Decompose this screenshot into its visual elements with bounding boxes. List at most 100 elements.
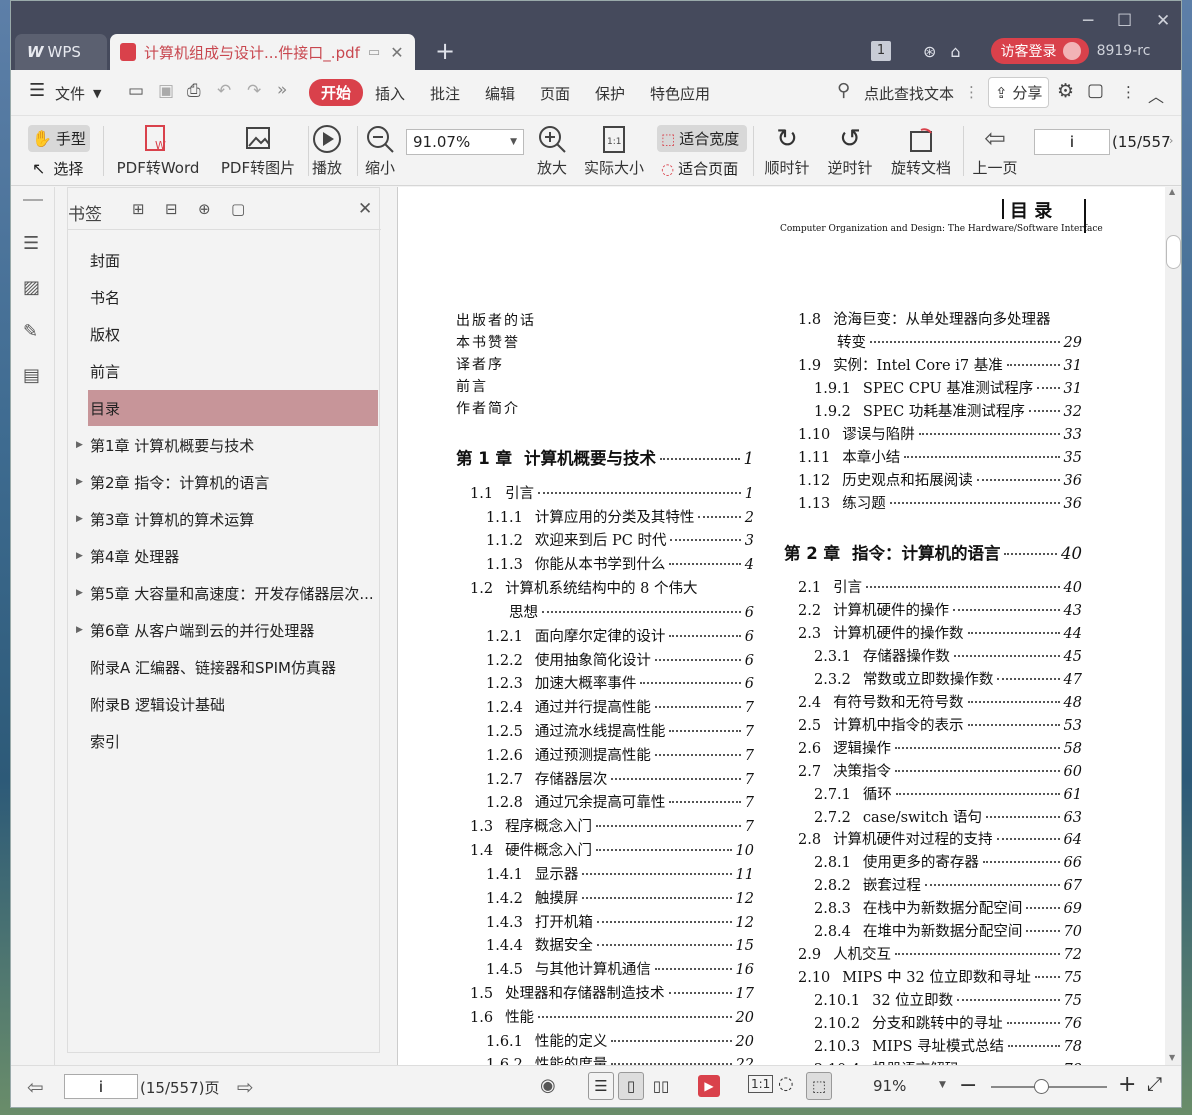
menu-tab-insert[interactable]: 插入 — [375, 83, 405, 104]
toc-entry[interactable]: 2.1 引言 40 — [798, 576, 1082, 597]
toc-entry[interactable]: 2.8.2 嵌套过程 67 — [814, 874, 1082, 895]
toc-entry[interactable]: 2.6 逻辑操作 58 — [798, 737, 1082, 758]
toc-entry[interactable]: 2.2 计算机硬件的操作 43 — [798, 599, 1082, 620]
toc-entry[interactable]: 1.2.5 通过流水线提高性能 7 — [486, 720, 754, 741]
tab-document[interactable]: 计算机组成与设计...件接口_.pdf ▭ ✕ — [110, 34, 415, 70]
toc-entry[interactable]: 1.2.7 存储器层次 7 — [486, 768, 754, 789]
toc-entry[interactable]: 1.4.1 显示器 11 — [486, 863, 754, 884]
toc-entry[interactable]: 1.8 沧海巨变：从单处理器向多处理器 — [798, 308, 1082, 329]
prev-page-arrow-icon[interactable]: ⇦ — [27, 1075, 44, 1099]
fit-page-button[interactable]: ◌ 适合页面 — [661, 158, 738, 179]
redo-icon[interactable]: ↷ — [247, 81, 261, 101]
fit-page-status-icon[interactable]: ◌ — [778, 1073, 794, 1094]
save-icon[interactable]: ▣ — [158, 81, 174, 101]
zoom-out-button[interactable]: 缩小 — [362, 123, 398, 178]
toc-entry[interactable]: 1.1 引言 1 — [470, 482, 754, 503]
toc-chapter-entry[interactable]: 第 1 章计算机概要与技术 1 — [456, 445, 754, 469]
menu-tab-special[interactable]: 特色应用 — [650, 83, 710, 104]
toc-entry[interactable]: 1.12 历史观点和拓展阅读 36 — [798, 469, 1082, 490]
toc-entry[interactable]: 1.9.1 SPEC CPU 基准测试程序 31 — [814, 377, 1082, 398]
fullscreen-icon[interactable]: ⤢ — [1147, 1073, 1162, 1095]
toc-entry[interactable]: 2.7.1 循环 61 — [814, 783, 1082, 804]
open-folder-icon[interactable]: ▭ — [128, 81, 144, 101]
toc-entry[interactable]: 1.2.3 加速大概率事件 6 — [486, 672, 754, 693]
play-button[interactable]: 播放 — [309, 123, 345, 178]
maximize-button[interactable]: ☐ — [1117, 11, 1132, 31]
annotation-icon[interactable]: ✎ — [23, 321, 38, 342]
toc-entry[interactable]: 2.4 有符号数和无符号数 48 — [798, 691, 1082, 712]
toc-entry[interactable]: 1.2.8 通过冗余提高可靠性 7 — [486, 791, 754, 812]
hamburger-menu-icon[interactable]: ☰ — [29, 80, 45, 101]
toc-entry[interactable]: 1.6 性能 20 — [470, 1006, 754, 1027]
toc-entry[interactable]: 2.8.3 在栈中为新数据分配空间 69 — [814, 897, 1082, 918]
toc-entry[interactable]: 思想 6 — [509, 601, 754, 622]
actual-size-button[interactable]: 1:1 实际大小 — [579, 123, 649, 178]
rotate-counterclockwise-button[interactable]: ↺ 逆时针 — [822, 123, 878, 178]
toc-entry[interactable]: 1.2.1 面向摩尔定律的设计 6 — [486, 625, 754, 646]
toc-entry[interactable]: 2.5 计算机中指令的表示 53 — [798, 714, 1082, 735]
bookmark-item[interactable]: ▶ 第3章 计算机的算术运算 — [68, 501, 381, 537]
toc-entry[interactable]: 2.7.2 case/switch 语句 63 — [814, 806, 1082, 827]
window-count-badge[interactable]: 1 — [871, 41, 891, 61]
previous-page-button[interactable]: ⇦ 上一页 — [969, 123, 1021, 178]
select-tool-button[interactable]: ↖ 选择 — [32, 158, 83, 179]
toc-entry[interactable]: 1.2 计算机系统结构中的 8 个伟大 — [470, 577, 754, 598]
rotate-document-button[interactable]: 旋转文档 — [886, 123, 956, 178]
login-button[interactable]: 访客登录 — [990, 38, 1089, 64]
tab-wps-home[interactable]: W WPS — [15, 34, 107, 70]
close-tab-icon[interactable]: ✕ — [390, 43, 403, 62]
menu-tab-edit[interactable]: 编辑 — [485, 83, 515, 104]
play-slideshow-icon[interactable]: ▶ — [698, 1075, 720, 1097]
toc-entry[interactable]: 1.2.4 通过并行提高性能 7 — [486, 696, 754, 717]
fit-width-button[interactable]: ⬚ 适合宽度 — [657, 125, 747, 152]
toc-entry[interactable]: 1.6.1 性能的定义 20 — [486, 1030, 754, 1051]
pdf-to-word-button[interactable]: W PDF转Word — [115, 123, 201, 178]
zoom-slider-thumb[interactable] — [1034, 1079, 1049, 1094]
toc-entry[interactable]: 1.4.2 触摸屏 12 — [486, 887, 754, 908]
expand-arrow-icon[interactable]: ▶ — [76, 440, 83, 450]
expand-arrow-icon[interactable]: ▶ — [76, 551, 83, 561]
two-page-view-icon[interactable]: ▯▯ — [648, 1072, 674, 1100]
toolbar-scroll-right-icon[interactable]: › — [1169, 134, 1173, 147]
collapse-all-icon[interactable]: ⊟ — [165, 200, 178, 218]
more-tools-icon[interactable]: » — [277, 80, 287, 100]
skin-icon[interactable]: ⊛ — [923, 42, 936, 61]
toc-entry[interactable]: 2.10 MIPS 中 32 位立即数和寻址 75 — [798, 966, 1082, 987]
more-vertical-icon[interactable]: ⋮ — [964, 83, 979, 101]
zoom-dropdown-icon[interactable]: ▼ — [939, 1080, 946, 1090]
toc-entry[interactable]: 1.4 硬件概念入门 10 — [470, 839, 754, 860]
bookmark-item[interactable]: ▶ 第2章 指令：计算机的语言 — [68, 464, 381, 500]
fit-width-status-icon[interactable]: ⬚ — [806, 1072, 832, 1100]
expand-arrow-icon[interactable]: ▶ — [76, 588, 83, 598]
zoom-plus-button[interactable]: + — [1118, 1072, 1136, 1097]
toc-entry[interactable]: 1.13 练习题 36 — [798, 492, 1082, 513]
menu-tab-start[interactable]: 开始 — [309, 79, 364, 106]
expand-arrow-icon[interactable]: ▶ — [76, 625, 83, 635]
eye-protection-icon[interactable]: ◉ — [540, 1075, 556, 1096]
add-bookmark-icon[interactable]: ⊕ — [198, 200, 211, 218]
toc-entry[interactable]: 1.4.3 打开机箱 12 — [486, 911, 754, 932]
expand-all-icon[interactable]: ⊞ — [132, 200, 145, 218]
toc-entry[interactable]: 1.1.3 你能从本书学到什么 4 — [486, 553, 754, 574]
scroll-up-icon[interactable]: ▲ — [1169, 187, 1175, 196]
toc-entry[interactable]: 1.1.1 计算应用的分类及其特性 2 — [486, 506, 754, 527]
zoom-minus-button[interactable]: − — [959, 1073, 977, 1098]
actual-size-status-icon[interactable]: 1:1 — [748, 1075, 774, 1093]
status-page-input[interactable] — [64, 1074, 138, 1099]
close-window-button[interactable]: ✕ — [1156, 11, 1170, 31]
toc-entry[interactable]: 1.2.6 通过预测提高性能 7 — [486, 744, 754, 765]
zoom-select[interactable]: 91.07% ▼ — [406, 129, 524, 155]
bookmark-item[interactable]: 索引 — [68, 723, 381, 759]
page-number-input[interactable] — [1034, 129, 1110, 155]
new-tab-button[interactable]: + — [435, 37, 455, 65]
scroll-thumb[interactable] — [1166, 235, 1181, 269]
bookmark-item[interactable]: ▶ 第4章 处理器 — [68, 538, 381, 574]
search-text-button[interactable]: 点此查找文本 — [864, 83, 954, 104]
bookmark-item[interactable]: 书名 — [68, 279, 381, 315]
expand-arrow-icon[interactable]: ▶ — [76, 477, 83, 487]
toc-entry[interactable]: 1.4.5 与其他计算机通信 16 — [486, 958, 754, 979]
toc-entry[interactable]: 2.8.4 在堆中为新数据分配空间 70 — [814, 920, 1082, 941]
bookmark-item[interactable]: 目录 — [88, 390, 378, 426]
pdf-to-image-button[interactable]: PDF转图片 — [215, 123, 301, 178]
bookmark-item[interactable]: 附录A 汇编器、链接器和SPIM仿真器 — [68, 649, 381, 685]
